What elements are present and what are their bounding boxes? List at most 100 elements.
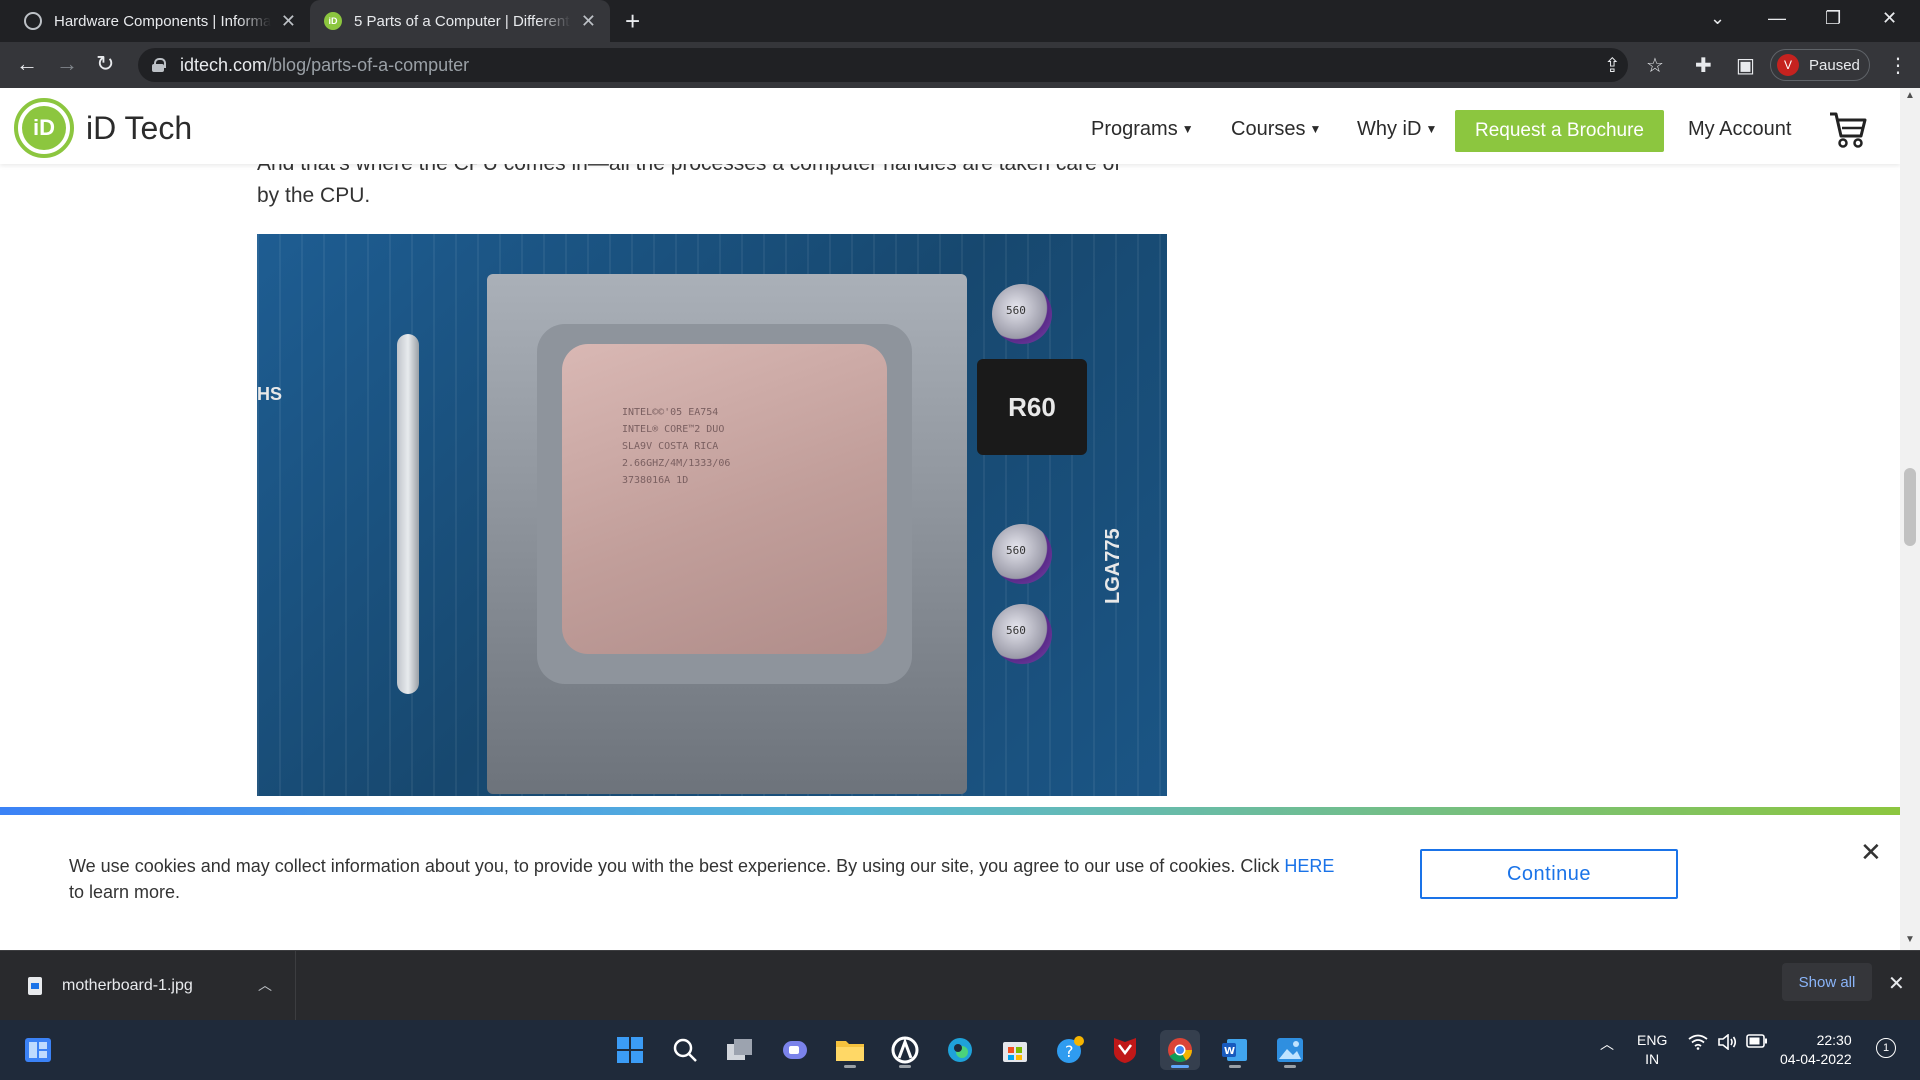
cookie-learn-more-link[interactable]: HERE — [1284, 856, 1334, 876]
mcafee-shield-icon[interactable] — [1105, 1030, 1145, 1070]
system-clock[interactable]: 22:30 04-04-2022 — [1780, 1031, 1852, 1069]
socket-lever — [397, 334, 419, 694]
browser-tab-strip: Hardware Components | Informa ✕ iD 5 Par… — [0, 0, 1920, 42]
svg-text:?: ? — [1065, 1042, 1074, 1061]
inductor-label: R60 — [1008, 391, 1056, 422]
close-icon[interactable]: ✕ — [1860, 837, 1882, 868]
start-windows-icon[interactable] — [610, 1030, 650, 1070]
chrome-icon[interactable] — [1160, 1030, 1200, 1070]
extensions-puzzle-icon[interactable]: ✚ — [1695, 53, 1712, 78]
download-item[interactable]: motherboard-1.jpg ︿ — [0, 951, 296, 1021]
tab-search-chevron-icon[interactable]: ⌄ — [1710, 8, 1725, 29]
capacitor-label: 560 — [1006, 624, 1026, 637]
chevron-up-icon[interactable]: ︿ — [258, 975, 272, 995]
cookie-text-before: We use cookies and may collect informati… — [69, 856, 1285, 876]
new-tab-button[interactable]: + — [625, 6, 640, 37]
show-all-button[interactable]: Show all — [1782, 963, 1872, 1001]
svg-text:W: W — [1224, 1046, 1235, 1057]
cpu-chip: INTEL©©'05 EA754 INTEL® CORE™2 DUO SLA9V… — [562, 344, 887, 654]
nav-why-id[interactable]: Why iD ▼ — [1357, 118, 1437, 141]
profile-button[interactable]: V Paused — [1770, 49, 1870, 81]
site-header: iD iD Tech Programs ▼ Courses ▼ Why iD ▼ Re… — [0, 88, 1900, 164]
url-host: idtech.com — [180, 54, 268, 75]
language-code: ENG — [1637, 1032, 1668, 1048]
running-indicator — [899, 1065, 911, 1068]
cpu-marking: INTEL©©'05 EA754 INTEL® CORE™2 DUO SLA9V… — [622, 407, 731, 486]
chevron-down-icon: ▼ — [1181, 122, 1194, 136]
globe-icon — [24, 12, 42, 30]
address-bar[interactable]: idtech.com/blog/parts-of-a-computer ⇪ ☆ — [138, 48, 1664, 82]
nav-courses[interactable]: Courses ▼ — [1231, 118, 1321, 141]
tab-parts-of-a-computer[interactable]: iD 5 Parts of a Computer | Different ✕ — [310, 0, 610, 42]
browser-toolbar: ← → ↻ idtech.com/blog/parts-of-a-compute… — [0, 42, 1920, 88]
socket-label: LGA775 — [1102, 528, 1124, 604]
close-tab-icon[interactable]: ✕ — [281, 11, 296, 32]
page-scrollbar[interactable]: ▲ ▼ — [1900, 88, 1920, 950]
capacitor: 560 — [992, 524, 1052, 584]
wifi-icon[interactable] — [1688, 1034, 1708, 1053]
inductor: R60 — [977, 359, 1087, 455]
scroll-up-icon[interactable]: ▲ — [1905, 90, 1915, 101]
windows-taskbar: ? W ︿ ENG IN 22:30 04-04-2022 1 — [0, 1020, 1920, 1080]
task-view-icon[interactable] — [720, 1030, 760, 1070]
idtech-favicon: iD — [324, 12, 342, 30]
teams-chat-icon[interactable] — [775, 1030, 815, 1070]
cookie-text-after: to learn more. — [69, 882, 181, 902]
nav-courses-label: Courses — [1231, 118, 1306, 140]
app-circle-icon[interactable] — [885, 1030, 925, 1070]
window-close-icon[interactable]: ✕ — [1882, 8, 1897, 29]
region-code: IN — [1645, 1051, 1660, 1067]
nav-programs[interactable]: Programs ▼ — [1091, 118, 1194, 141]
help-icon[interactable]: ? — [1050, 1030, 1090, 1070]
notification-badge[interactable]: 1 — [1876, 1038, 1896, 1058]
profile-status: Paused — [1809, 56, 1860, 74]
download-shelf: motherboard-1.jpg ︿ Show all ✕ — [0, 950, 1920, 1021]
tab-title: Hardware Components | Informa — [54, 12, 271, 30]
lock-icon[interactable] — [152, 58, 166, 72]
hs-silkscreen: HS — [257, 384, 283, 404]
browser-menu-icon[interactable]: ⋮ — [1888, 53, 1908, 78]
microsoft-store-icon[interactable] — [995, 1030, 1035, 1070]
close-icon[interactable]: ✕ — [1888, 971, 1905, 996]
continue-button[interactable]: Continue — [1420, 849, 1678, 899]
forward-arrow-icon[interactable]: → — [56, 51, 78, 77]
scroll-down-icon[interactable]: ▼ — [1905, 934, 1915, 945]
share-icon[interactable]: ⇪ — [1604, 53, 1621, 78]
reload-icon[interactable]: ↻ — [96, 51, 114, 77]
idtech-logo[interactable]: iD — [14, 98, 74, 158]
download-file-name: motherboard-1.jpg — [62, 977, 193, 994]
word-icon[interactable]: W — [1215, 1030, 1255, 1070]
request-brochure-button[interactable]: Request a Brochure — [1455, 110, 1664, 152]
widgets-icon[interactable] — [18, 1030, 58, 1070]
show-hidden-icons-chevron-icon[interactable]: ︿ — [1600, 1034, 1614, 1054]
capacitor-label: 560 — [1006, 304, 1026, 317]
running-indicator — [1229, 1065, 1241, 1068]
my-account-link[interactable]: My Account — [1688, 118, 1791, 141]
scrollbar-thumb[interactable] — [1904, 468, 1916, 546]
logo-text[interactable]: iD Tech — [86, 110, 192, 147]
cookie-banner: We use cookies and may collect informati… — [0, 807, 1900, 950]
close-tab-icon[interactable]: ✕ — [581, 11, 596, 32]
bookmark-star-icon[interactable]: ☆ — [1646, 53, 1664, 78]
battery-icon[interactable] — [1746, 1034, 1768, 1051]
edge-browser-icon[interactable] — [940, 1030, 980, 1070]
volume-icon[interactable] — [1717, 1033, 1737, 1053]
minimize-icon[interactable]: — — [1768, 8, 1786, 29]
chevron-down-icon: ▼ — [1309, 122, 1322, 136]
restore-icon[interactable]: ❐ — [1825, 8, 1841, 29]
avatar: V — [1777, 54, 1799, 76]
photos-icon[interactable] — [1270, 1030, 1310, 1070]
logo-mark: iD — [22, 106, 66, 150]
nav-why-id-label: Why iD — [1357, 118, 1422, 140]
cookie-message: We use cookies and may collect informati… — [69, 853, 1339, 905]
cart-icon[interactable] — [1828, 110, 1868, 148]
side-panel-icon[interactable]: ▣ — [1736, 53, 1755, 78]
running-indicator — [1171, 1065, 1189, 1068]
search-icon[interactable] — [665, 1030, 705, 1070]
file-explorer-icon[interactable] — [830, 1030, 870, 1070]
tab-hardware-components[interactable]: Hardware Components | Informa ✕ — [10, 0, 310, 42]
capacitor: 560 — [992, 284, 1052, 344]
back-arrow-icon[interactable]: ← — [16, 51, 38, 77]
input-language-indicator[interactable]: ENG IN — [1637, 1031, 1667, 1069]
running-indicator — [844, 1065, 856, 1068]
